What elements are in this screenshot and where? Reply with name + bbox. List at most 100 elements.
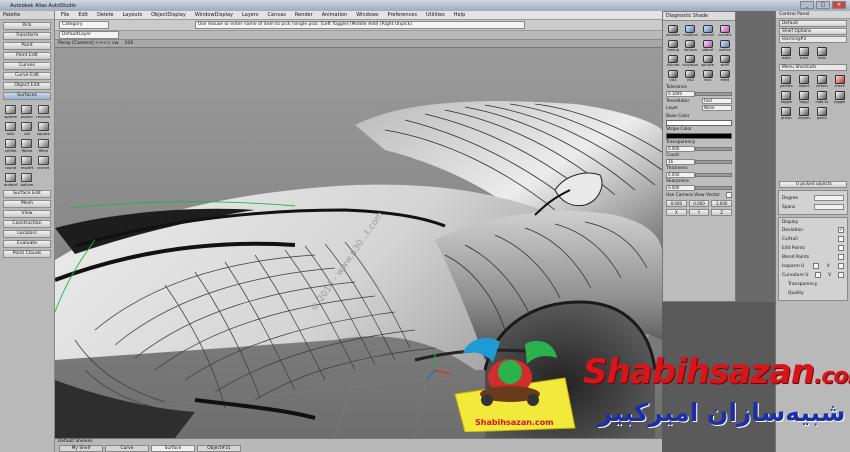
palette-button-pick[interactable]: Pick [3, 22, 51, 30]
tool-planar[interactable]: planar [19, 103, 34, 119]
shortcut-object[interactable]: object [796, 73, 813, 88]
layer-dropdown[interactable]: None [702, 105, 732, 111]
minimize-button[interactable]: _ [800, 1, 814, 9]
menu-layouts[interactable]: Layouts [123, 12, 143, 18]
shortcut-toggle-3[interactable]: toggle [831, 89, 848, 104]
shortcut-hide[interactable]: hide-ar [814, 89, 831, 104]
curvature-v-checkbox[interactable] [837, 272, 844, 278]
viewport-title[interactable]: Persp [Camera] <<<< vw [58, 41, 119, 46]
category-dropdown[interactable]: Category [59, 21, 109, 29]
menu-canvas[interactable]: Canvas [268, 12, 286, 18]
menu-help[interactable]: Help [454, 12, 465, 18]
menu-objectdisplay[interactable]: ObjectDisplay [151, 12, 186, 18]
diag-tool-fluirnet[interactable]: fluirnet [665, 53, 681, 67]
menu-shortcuts-header[interactable]: Menu Shortcuts [779, 64, 847, 71]
prompt-line[interactable]: Use mouse or enter name of item to pick … [195, 21, 525, 29]
shelf-tool-exits[interactable]: exits [778, 45, 795, 60]
thickness-slider[interactable] [695, 173, 732, 177]
palette-button-surfaces[interactable]: Surfaces [3, 92, 51, 100]
diag-tool-zebraf[interactable]: zebraf [700, 38, 716, 52]
axis-z-button[interactable]: Z [711, 209, 733, 216]
tool-ffillet[interactable]: ffillet [36, 137, 51, 153]
blend-points-checkbox[interactable] [838, 254, 844, 260]
shelf-tab-learning[interactable]: learning#2 [779, 36, 847, 43]
transparency-input[interactable]: 0.000 [666, 146, 696, 152]
shelf-tab-surface[interactable]: Surface [151, 445, 195, 452]
count-input[interactable]: 16 [666, 159, 696, 165]
shortcut-ungroup[interactable]: ungrou [796, 105, 813, 120]
cvhull-checkbox[interactable] [838, 236, 844, 242]
shelf-tool-tutrs[interactable]: tutrs [796, 45, 813, 60]
shortcut-inform[interactable]: inform [814, 73, 831, 88]
diag-tool-vis3[interactable]: vis3 [700, 68, 716, 82]
layout-dropdown[interactable]: Default [779, 20, 847, 27]
palette-button-point-clouds[interactable]: Point Clouds [3, 250, 51, 258]
diag-tool-curvanl[interactable]: curvanl [717, 23, 733, 37]
diag-tool-sphlsfe[interactable]: sphlsfe [700, 53, 716, 67]
menu-windows[interactable]: Windows [356, 12, 378, 18]
menu-edit[interactable]: Edit [78, 12, 88, 18]
shortcut-palette[interactable]: palette [778, 73, 795, 88]
count-slider[interactable] [695, 160, 732, 164]
palette-button-evaluate[interactable]: Evaluate [3, 240, 51, 248]
tool-skin[interactable]: skin [3, 120, 18, 136]
diag-tool-multicol[interactable]: multicol [682, 23, 698, 37]
diag-tool-filled[interactable]: filled [717, 68, 733, 82]
transparency-slider[interactable] [695, 147, 732, 151]
menu-delete[interactable]: Delete [97, 12, 113, 18]
stripe-color-swatch[interactable] [666, 133, 732, 139]
vector-x-input[interactable]: 0.000 [666, 200, 687, 207]
shelf-tab-my-shelf[interactable]: My Shelf [59, 445, 103, 452]
sharpness-input[interactable]: 0.000 [666, 185, 696, 191]
axis-y-button[interactable]: Y [688, 209, 710, 216]
diag-tool-shdrom[interactable]: shdrom [665, 23, 681, 37]
layer-field[interactable]: DefaultLayer [59, 31, 119, 39]
shelf-options-dropdown[interactable]: Shelf Options [779, 28, 847, 35]
spans-input[interactable] [814, 204, 844, 210]
palette-button-mesh[interactable]: Mesh [3, 200, 51, 208]
diag-tool-isoang[interactable]: isoang [665, 38, 681, 52]
shortcut-check[interactable]: check [831, 73, 848, 88]
tool-srfillet[interactable]: srfillet [3, 137, 18, 153]
shelf-tool-help[interactable]: help [814, 45, 831, 60]
shelf-tab-curve[interactable]: Curve [105, 445, 149, 452]
base-color-swatch[interactable] [666, 120, 732, 126]
shortcut-query[interactable]: query [814, 105, 831, 120]
isoparm-u-checkbox[interactable] [812, 263, 819, 269]
tool-square[interactable]: square [36, 120, 51, 136]
palette-button-curves[interactable]: Curves [3, 62, 51, 70]
isoparm-v-checkbox[interactable] [838, 263, 844, 269]
palette-button-transform[interactable]: Transform [3, 32, 51, 40]
shortcut-group[interactable]: group [778, 105, 795, 120]
palette-button-paint-edit[interactable]: Paint Edit [3, 52, 51, 60]
sharpness-slider[interactable] [695, 186, 732, 190]
diag-tool-vis2[interactable]: vis2 [682, 68, 698, 82]
tool-ffblnd[interactable]: ffblnd [19, 137, 34, 153]
transparency-section[interactable]: Transparency [788, 282, 817, 287]
diag-tool-clayasun[interactable]: clayasun [682, 53, 698, 67]
camera-vector-checkbox[interactable] [726, 192, 732, 198]
tool-round[interactable]: round [3, 154, 18, 170]
thickness-input[interactable]: 0.050 [666, 172, 696, 178]
tool-revolve[interactable]: revolve [36, 103, 51, 119]
vector-y-input[interactable]: 0.000 [688, 200, 710, 207]
menu-utilities[interactable]: Utilities [426, 12, 445, 18]
tessellator-dropdown[interactable]: Fast [702, 98, 732, 104]
palette-button-construction[interactable]: Construction [3, 220, 51, 228]
vector-z-input[interactable]: 1.000 [711, 200, 733, 207]
menu-file[interactable]: File [61, 12, 69, 18]
diag-tool-wrefl[interactable]: wrefl [717, 53, 733, 67]
diag-tool-isoncol[interactable]: isoncol [700, 23, 716, 37]
shortcut-toggle-2[interactable]: toggl [796, 89, 813, 104]
curvature-u-checkbox[interactable] [815, 272, 822, 278]
shelf-tab-object[interactable]: Object#31 [197, 445, 241, 452]
tool-dmberf[interactable]: dmberf [3, 171, 18, 187]
palette-button-locators[interactable]: Locators [3, 230, 51, 238]
menu-render[interactable]: Render [295, 12, 313, 18]
tool-crvnet[interactable]: crvnet [36, 154, 51, 170]
tool-rail[interactable]: rail [19, 120, 34, 136]
tolerance-slider[interactable] [695, 92, 732, 96]
degree-input[interactable] [814, 195, 844, 201]
palette-button-paint[interactable]: Paint [3, 42, 51, 50]
palette-button-object-edit[interactable]: Object Edit [3, 82, 51, 90]
